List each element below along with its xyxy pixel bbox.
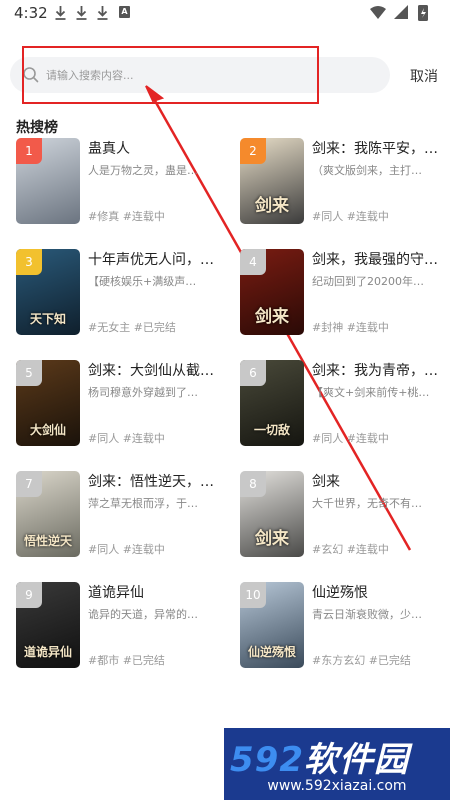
book-description: 【硬核娱乐+满级声…: [88, 275, 197, 288]
book-title: 剑来: [312, 474, 340, 490]
wifi-icon: [370, 6, 386, 19]
book-card[interactable]: 2 剑来 剑来：我陈平安，… （爽文版剑来，主打… #同人 #连载中: [240, 138, 450, 228]
highlight-box: [22, 46, 319, 104]
rank-badge: 5: [16, 360, 42, 386]
book-title: 剑来：我陈平安，…: [312, 141, 438, 157]
cover-title: 剑来: [255, 196, 289, 216]
watermark-url: www.592xiazai.com: [267, 778, 407, 794]
rank-badge: 7: [16, 471, 42, 497]
book-card[interactable]: 8 剑来 剑来 大千世界，无奇不有… #玄幻 #连载中: [240, 471, 450, 561]
book-card[interactable]: 4 剑来 剑来，我最强的守… 纪动回到了20200年… #封神 #连载中: [240, 249, 450, 339]
rank-badge: 1: [16, 138, 42, 164]
book-description: 萍之草无根而浮，于…: [88, 497, 198, 510]
book-title: 十年声优无人问，…: [88, 252, 214, 268]
book-cover[interactable]: 1: [16, 138, 80, 224]
book-cover[interactable]: 5 大剑仙: [16, 360, 80, 446]
book-title: 剑来：我为青帝，…: [312, 363, 438, 379]
cover-title: 道诡异仙: [23, 645, 72, 659]
book-description: 青云日渐衰败微，少…: [312, 608, 422, 621]
book-card[interactable]: 9 道诡异仙 道诡异仙 诡异的天道，异常的… #都市 #已完结: [16, 582, 226, 672]
rank-badge: 9: [16, 582, 42, 608]
cover-title: 大剑仙: [29, 423, 66, 437]
cover-title: 剑来: [255, 307, 289, 327]
rank-badge: 2: [240, 138, 266, 164]
rank-badge: 6: [240, 360, 266, 386]
download-icon: [76, 6, 87, 20]
book-tags: #同人 #连载中: [88, 543, 165, 556]
book-tags: #同人 #连载中: [312, 210, 389, 223]
book-description: 诡异的天道，异常的…: [88, 608, 198, 621]
book-cover[interactable]: 3 天下知: [16, 249, 80, 335]
book-cover[interactable]: 9 道诡异仙: [16, 582, 80, 668]
cover-title: 天下知: [29, 312, 66, 326]
book-tags: #同人 #连载中: [88, 432, 165, 445]
rank-badge: 8: [240, 471, 266, 497]
book-card[interactable]: 1 蛊真人人是万物之灵，蛊是… #修真 #连载中: [16, 138, 226, 228]
book-tags: #玄幻 #连载中: [312, 543, 389, 556]
book-cover[interactable]: 8 剑来: [240, 471, 304, 557]
book-description: 杨司穆意外穿越到了…: [88, 386, 198, 399]
book-tags: #无女主 #已完结: [88, 321, 176, 334]
watermark-logo: 592软件园 www.592xiazai.com: [224, 728, 450, 800]
book-tags: #都市 #已完结: [88, 654, 165, 667]
section-title: 热搜榜: [16, 120, 58, 136]
signal-icon: [394, 5, 408, 19]
book-cover[interactable]: 6 一切敌: [240, 360, 304, 446]
book-card[interactable]: 10 仙逆殇恨 仙逆殇恨 青云日渐衰败微，少… #东方玄幻 #已完结: [240, 582, 450, 672]
book-title: 剑来，我最强的守…: [312, 252, 438, 268]
book-title: 蛊真人: [88, 141, 130, 157]
book-tags: #东方玄幻 #已完结: [312, 654, 411, 667]
watermark-number: 592: [230, 740, 304, 780]
book-cover[interactable]: 7 悟性逆天: [16, 471, 80, 557]
book-description: 纪动回到了20200年…: [312, 275, 424, 288]
book-description: （爽文版剑来，主打…: [312, 164, 422, 177]
book-title: 剑来：悟性逆天，…: [88, 474, 214, 490]
cover-title: 剑来: [255, 529, 289, 549]
status-bar: 4:32 A: [0, 0, 450, 26]
book-card[interactable]: 3 天下知 十年声优无人问，… 【硬核娱乐+满级声… #无女主 #已完结: [16, 249, 226, 339]
rank-badge: 3: [16, 249, 42, 275]
book-card[interactable]: 7 悟性逆天 剑来：悟性逆天，… 萍之草无根而浮，于… #同人 #连载中: [16, 471, 226, 561]
book-card[interactable]: 5 大剑仙 剑来：大剑仙从截… 杨司穆意外穿越到了… #同人 #连载中: [16, 360, 226, 450]
cover-title: 悟性逆天: [23, 534, 72, 548]
book-description: 大千世界，无奇不有…: [312, 497, 422, 510]
cancel-button[interactable]: 取消: [410, 66, 438, 86]
book-tags: #修真 #连载中: [88, 210, 165, 223]
book-cover[interactable]: 10 仙逆殇恨: [240, 582, 304, 668]
book-description: 【爽文+剑来前传+桃…: [312, 386, 430, 399]
book-card[interactable]: 6 一切敌 剑来：我为青帝，… 【爽文+剑来前传+桃… #同人 #连载中: [240, 360, 450, 450]
book-tags: #封神 #连载中: [312, 321, 389, 334]
rank-badge: 4: [240, 249, 266, 275]
book-tags: #同人 #连载中: [312, 432, 389, 445]
book-description: 人是万物之灵，蛊是…: [88, 164, 198, 177]
download-icon: [55, 6, 66, 20]
book-title: 道诡异仙: [88, 585, 144, 601]
status-icons: [370, 5, 428, 21]
status-time: 4:32: [14, 4, 48, 22]
watermark-brand: 软件园: [303, 740, 409, 780]
book-cover[interactable]: 4 剑来: [240, 249, 304, 335]
download-icon: [97, 6, 108, 20]
rank-badge: 10: [240, 582, 266, 608]
notification-icon: A: [119, 6, 130, 18]
book-cover[interactable]: 2 剑来: [240, 138, 304, 224]
book-title: 仙逆殇恨: [312, 585, 368, 601]
cover-title: 一切敌: [253, 423, 290, 437]
book-title: 剑来：大剑仙从截…: [88, 363, 214, 379]
cover-title: 仙逆殇恨: [247, 645, 296, 659]
